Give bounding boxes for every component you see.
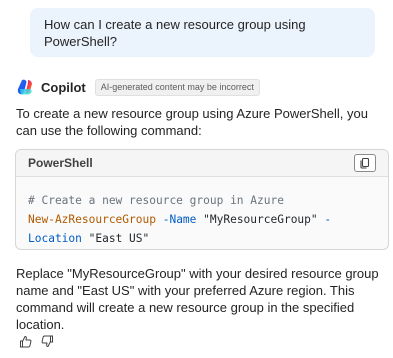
assistant-header: Copilot AI-generated content may be inco… [16, 77, 260, 97]
ai-disclaimer-badge: AI-generated content may be incorrect [94, 78, 260, 96]
code-block-header: PowerShell [16, 150, 388, 177]
thumbs-up-button[interactable] [18, 334, 32, 348]
code-value-name: "MyResourceGroup" [203, 213, 318, 226]
thumbs-up-icon [19, 335, 31, 347]
user-message-text: How can I create a new resource group us… [44, 17, 306, 49]
assistant-intro-text: To create a new resource group using Azu… [16, 106, 368, 138]
code-block: PowerShell # Create a new resource group… [15, 149, 389, 250]
feedback-bar [18, 334, 54, 348]
code-value-location: "East US" [81, 232, 150, 245]
code-comment: # Create a new resource group in Azure [28, 194, 284, 207]
copilot-logo-icon [16, 78, 34, 96]
copy-code-button[interactable] [354, 154, 376, 172]
code-line-continuation: - [317, 213, 332, 226]
user-message-bubble: How can I create a new resource group us… [30, 8, 375, 57]
code-language-label: PowerShell [28, 156, 93, 170]
assistant-name: Copilot [41, 79, 86, 95]
code-param-location: Location [28, 232, 82, 245]
code-cmdlet: New-AzResourceGroup [28, 213, 156, 226]
thumbs-down-button[interactable] [40, 334, 54, 348]
assistant-outro-text: Replace "MyResourceGroup" with your desi… [16, 266, 379, 332]
copy-icon [360, 157, 370, 169]
code-param-name: -Name [155, 213, 204, 226]
code-content[interactable]: # Create a new resource group in Azure N… [16, 177, 388, 248]
thumbs-down-icon [41, 335, 53, 347]
